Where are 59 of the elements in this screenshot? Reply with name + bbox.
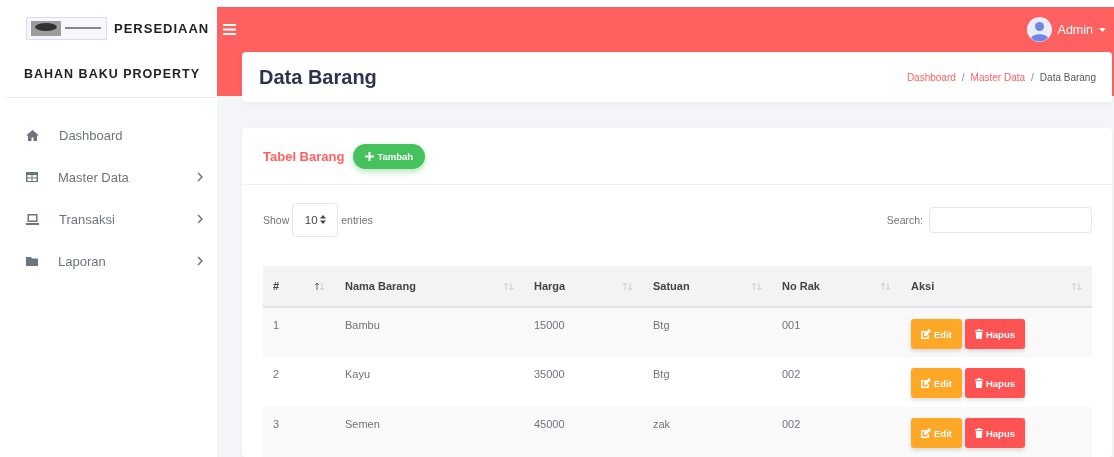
current-page-label: Data Barang xyxy=(1039,71,1096,83)
delete-button[interactable]: Hapus xyxy=(964,368,1025,398)
trash-icon xyxy=(974,378,983,388)
table-cell: Bambu xyxy=(335,307,524,357)
search-field[interactable] xyxy=(929,206,1092,233)
table-cell: 3 xyxy=(263,407,335,457)
breadcrumb-link[interactable]: Master Data xyxy=(970,71,1026,83)
table-cell: 15000 xyxy=(524,307,643,357)
sidebar-item[interactable]: Master Data xyxy=(0,156,217,198)
column-header[interactable]: # xyxy=(263,266,335,307)
table-cell: Btg xyxy=(643,357,772,407)
table-cell: 002 xyxy=(772,407,901,457)
column-header[interactable]: Aksi xyxy=(901,266,1092,307)
table-cell: 1 xyxy=(263,307,335,357)
show-label: Show xyxy=(263,213,290,226)
logo-icon xyxy=(26,17,107,40)
column-header[interactable]: No Rak xyxy=(772,266,901,307)
edit-icon xyxy=(921,428,931,438)
page-size-select[interactable]: 10 xyxy=(292,202,339,237)
table-cell: Kayu xyxy=(335,357,524,407)
laptop-icon xyxy=(26,213,39,225)
card-title: Tabel Barang xyxy=(263,148,345,164)
menu-icon xyxy=(223,24,236,35)
table-cell: 001 xyxy=(772,307,901,357)
plus-icon xyxy=(365,151,375,161)
edit-icon xyxy=(921,329,931,339)
search-label: Search: xyxy=(886,213,923,226)
breadcrumb-link[interactable]: Dashboard xyxy=(906,71,956,83)
avatar-icon xyxy=(1026,17,1052,42)
sidebar-item[interactable]: Dashboard xyxy=(0,114,217,156)
app-title: PERSEDIAAN xyxy=(114,21,210,36)
sidebar-item[interactable]: Laporan xyxy=(0,240,217,282)
trash-icon xyxy=(974,428,983,438)
table-cell: 35000 xyxy=(524,357,643,407)
entries-label: entries xyxy=(341,213,373,226)
sidebar-item[interactable]: Transaksi xyxy=(0,198,217,240)
breadcrumb-separator: / xyxy=(1031,71,1034,83)
folder-icon xyxy=(26,256,38,266)
sort-icon[interactable] xyxy=(314,281,325,291)
table-cell: Semen xyxy=(335,407,524,457)
edit-icon xyxy=(921,378,931,388)
table-cell: zak xyxy=(643,407,772,457)
table-icon xyxy=(26,172,38,182)
table-cell: 45000 xyxy=(524,407,643,457)
user-menu[interactable]: Admin xyxy=(1026,17,1106,42)
caret-down-icon xyxy=(1099,27,1106,32)
trash-icon xyxy=(974,329,983,339)
table-cell: Btg xyxy=(643,307,772,357)
delete-button[interactable]: Hapus xyxy=(964,418,1025,448)
column-header[interactable]: Satuan xyxy=(643,266,772,307)
home-icon xyxy=(26,129,39,141)
table-cell: 2 xyxy=(263,357,335,407)
table-cell: 002 xyxy=(772,357,901,407)
column-header[interactable]: Harga xyxy=(524,266,643,307)
delete-button[interactable]: Hapus xyxy=(964,319,1025,349)
column-header[interactable]: Nama Barang xyxy=(335,266,524,307)
breadcrumb-separator: / xyxy=(961,71,965,83)
sort-caret-icon xyxy=(319,215,326,224)
page-title: Data Barang xyxy=(259,65,377,89)
